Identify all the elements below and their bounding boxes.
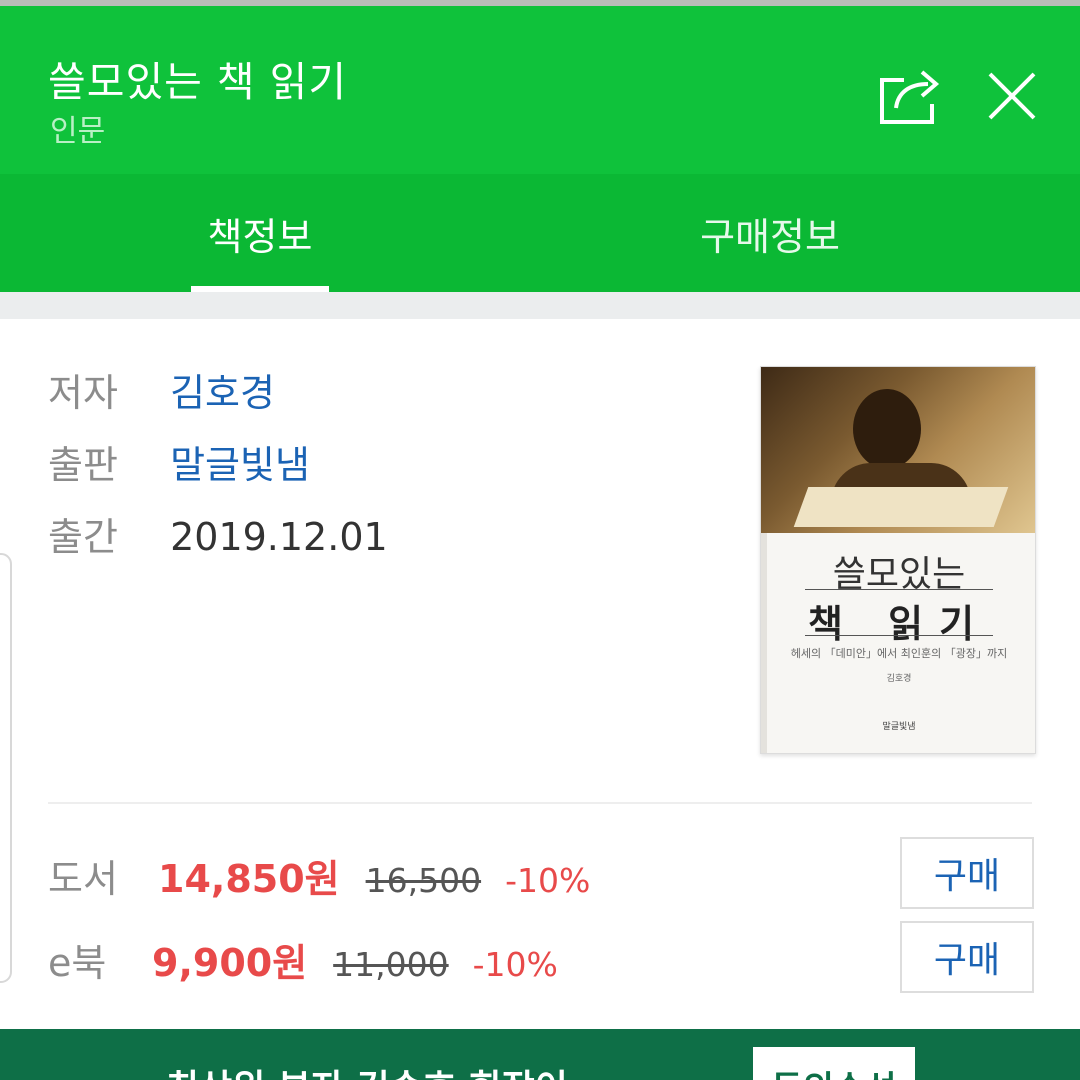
- author-link[interactable]: 김호경: [170, 371, 275, 415]
- print-label: 도서: [48, 857, 118, 901]
- book-category: 인문: [50, 114, 106, 149]
- ebook-price-row: e북 9,900원 11,000 -10%: [48, 932, 558, 987]
- cover-publisher: 말글빛냄: [882, 722, 916, 732]
- print-price-row: 도서 14,850원 16,500 -10%: [48, 848, 590, 903]
- publisher-link[interactable]: 말글빛냄: [170, 443, 310, 487]
- app-header: 쓸모있는 책 읽기 인문: [0, 6, 1080, 174]
- close-icon: [988, 72, 1036, 120]
- publish-date-label: 출간: [48, 515, 118, 559]
- cover-title-line2: 책 읽기: [807, 602, 991, 646]
- publish-date-row: 출간 2019.12.01: [48, 506, 388, 561]
- publisher-row: 출판 말글빛냄: [48, 434, 310, 489]
- book-cover-image[interactable]: 쓸모있는 책 읽기 헤세의 「데미안」에서 최인훈의 「광장」까지 김호경 말글…: [760, 366, 1036, 754]
- close-button[interactable]: [980, 62, 1044, 126]
- publish-date-value: 2019.12.01: [170, 515, 388, 559]
- section-gap: [0, 292, 1080, 319]
- ad-banner[interactable]: 최상위 부자 김승호 회장이 동의수선: [0, 1029, 1080, 1080]
- banner-badge: 동의수선: [753, 1047, 915, 1080]
- share-button[interactable]: [874, 58, 946, 130]
- ebook-label: e북: [48, 941, 107, 985]
- tab-bar: 책정보 구매정보: [0, 174, 1080, 292]
- ebook-sale-price: 9,900원: [152, 941, 308, 985]
- author-label: 저자: [48, 371, 118, 415]
- cover-photo: [761, 367, 1035, 533]
- buy-ebook-button[interactable]: 구매: [900, 921, 1034, 993]
- author-row: 저자 김호경: [48, 362, 275, 417]
- print-sale-price: 14,850원: [158, 857, 340, 901]
- print-discount: -10%: [505, 861, 591, 900]
- tab-book-info[interactable]: 책정보: [150, 174, 370, 292]
- book-title: 쓸모있는 책 읽기: [48, 58, 348, 106]
- cover-subtitle: 헤세의 「데미안」에서 최인훈의 「광장」까지: [790, 647, 1008, 660]
- banner-text: 최상위 부자 김승호 회장이: [166, 1059, 568, 1080]
- divider: [48, 802, 1032, 804]
- buy-print-button[interactable]: 구매: [900, 837, 1034, 909]
- ebook-discount: -10%: [472, 945, 558, 984]
- tab-purchase-info[interactable]: 구매정보: [660, 174, 880, 292]
- ebook-original-price: 11,000: [333, 945, 449, 984]
- cover-author: 김호경: [886, 674, 912, 684]
- share-icon: [880, 70, 940, 124]
- print-original-price: 16,500: [365, 861, 482, 900]
- publisher-label: 출판: [48, 443, 118, 487]
- side-drawer-handle[interactable]: [0, 553, 12, 983]
